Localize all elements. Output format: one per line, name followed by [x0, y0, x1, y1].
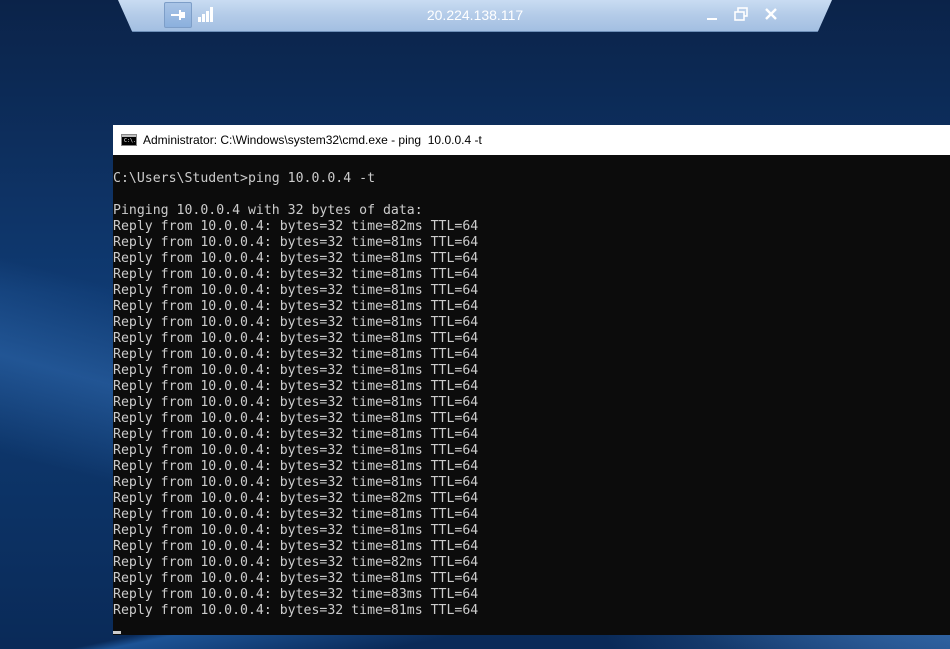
console-line: Reply from 10.0.0.4: bytes=32 time=81ms …	[113, 379, 479, 394]
console-line: Reply from 10.0.0.4: bytes=32 time=81ms …	[113, 331, 479, 346]
console-line: Reply from 10.0.0.4: bytes=32 time=81ms …	[113, 267, 479, 282]
console-line: C:\Users\Student>ping 10.0.0.4 -t	[113, 171, 376, 186]
console-line: Reply from 10.0.0.4: bytes=32 time=81ms …	[113, 523, 479, 538]
console-line: Reply from 10.0.0.4: bytes=32 time=81ms …	[113, 411, 479, 426]
console-line: Reply from 10.0.0.4: bytes=32 time=82ms …	[113, 491, 479, 506]
text-cursor	[113, 631, 121, 634]
console-line: Reply from 10.0.0.4: bytes=32 time=83ms …	[113, 587, 479, 602]
console-output[interactable]: C:\Users\Student>ping 10.0.0.4 -t Pinging…	[113, 171, 950, 631]
console-line: Reply from 10.0.0.4: bytes=32 time=81ms …	[113, 395, 479, 410]
console-line: Reply from 10.0.0.4: bytes=32 time=81ms …	[113, 347, 479, 362]
rdp-connection-bar[interactable]: 20.224.138.117	[118, 0, 832, 32]
console-line: Reply from 10.0.0.4: bytes=32 time=81ms …	[113, 235, 479, 250]
close-icon[interactable]	[761, 5, 781, 23]
console-line: Reply from 10.0.0.4: bytes=32 time=81ms …	[113, 315, 479, 330]
console-line: Reply from 10.0.0.4: bytes=32 time=81ms …	[113, 459, 479, 474]
console-line: Reply from 10.0.0.4: bytes=32 time=81ms …	[113, 603, 479, 618]
cmd-window[interactable]: C:\. Administrator: C:\Windows\system32\…	[113, 125, 950, 635]
console-line: Reply from 10.0.0.4: bytes=32 time=81ms …	[113, 475, 479, 490]
minimize-icon[interactable]	[702, 5, 722, 23]
console-line: Reply from 10.0.0.4: bytes=32 time=82ms …	[113, 219, 479, 234]
console-line: Reply from 10.0.0.4: bytes=32 time=81ms …	[113, 427, 479, 442]
restore-icon[interactable]	[731, 5, 751, 23]
cmd-titlebar[interactable]: C:\. Administrator: C:\Windows\system32\…	[113, 125, 950, 155]
console-line: Reply from 10.0.0.4: bytes=32 time=81ms …	[113, 507, 479, 522]
console-line: Reply from 10.0.0.4: bytes=32 time=81ms …	[113, 251, 479, 266]
console-line: Reply from 10.0.0.4: bytes=32 time=81ms …	[113, 539, 479, 554]
console-line: Reply from 10.0.0.4: bytes=32 time=81ms …	[113, 443, 479, 458]
console-line: Reply from 10.0.0.4: bytes=32 time=82ms …	[113, 555, 479, 570]
console-line: Reply from 10.0.0.4: bytes=32 time=81ms …	[113, 363, 479, 378]
console-line: Reply from 10.0.0.4: bytes=32 time=81ms …	[113, 283, 479, 298]
console-line: Reply from 10.0.0.4: bytes=32 time=81ms …	[113, 571, 479, 586]
console-line: Reply from 10.0.0.4: bytes=32 time=81ms …	[113, 299, 479, 314]
cmd-window-title: Administrator: C:\Windows\system32\cmd.e…	[143, 133, 482, 147]
console-line: Pinging 10.0.0.4 with 32 bytes of data:	[113, 203, 423, 218]
rdp-host-title: 20.224.138.117	[426, 7, 524, 23]
cmd-app-icon[interactable]: C:\.	[121, 134, 137, 146]
